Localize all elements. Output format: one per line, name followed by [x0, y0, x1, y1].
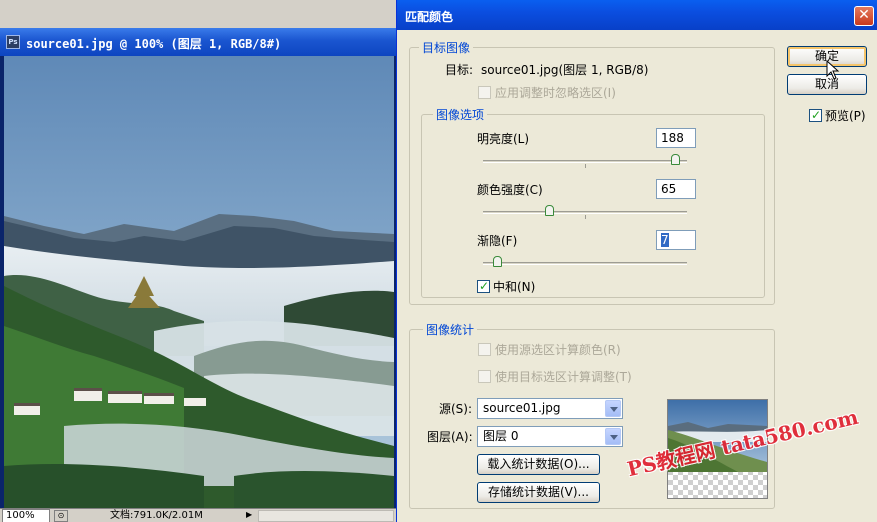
chevron-down-icon[interactable] [605, 400, 621, 417]
color-intensity-slider-track[interactable] [483, 211, 687, 214]
match-color-dialog: 匹配颜色 ✕ 目标图像 目标: source01.jpg(图层 1, RGB/8… [396, 0, 877, 522]
image-options-group [421, 114, 765, 298]
source-select-value: source01.jpg [483, 401, 561, 415]
layer-select-value: 图层 0 [483, 429, 519, 443]
fade-input[interactable]: 7 [656, 230, 696, 250]
landscape-photo [4, 56, 394, 508]
source-label: 源(S): [439, 402, 473, 416]
layer-label: 图层(A): [427, 430, 473, 444]
luminance-slider-track[interactable] [483, 160, 687, 163]
chevron-down-icon[interactable] [605, 428, 621, 445]
use-target-selection-checkbox[interactable] [478, 370, 491, 383]
doc-size-readout: 文档:791.0K/2.01M [110, 510, 203, 521]
color-intensity-input[interactable]: 65 [656, 179, 696, 199]
dialog-title: 匹配颜色 [405, 10, 454, 24]
document-titlebar[interactable]: Ps source01.jpg @ 100% (图层 1, RGB/8#) [0, 28, 397, 56]
fade-label: 渐隐(F) [477, 234, 518, 248]
document-window: Ps source01.jpg @ 100% (图层 1, RGB/8#) 10… [0, 28, 397, 522]
ignore-selection-checkbox[interactable] [478, 86, 491, 99]
zoom-field[interactable]: 100% [2, 509, 50, 522]
horizontal-scrollbar[interactable] [258, 510, 394, 522]
check-icon: ✓ [811, 108, 822, 122]
image-statistics-group-label: 图像统计 [423, 323, 478, 337]
preview-checkbox[interactable]: ✓ [809, 108, 822, 122]
document-title: source01.jpg @ 100% (图层 1, RGB/8#) [26, 37, 282, 51]
fade-input-selected-text: 7 [661, 233, 669, 247]
use-target-selection-label: 使用目标选区计算调整(T) [495, 370, 632, 384]
document-status-bar: 100% ⊙ 文档:791.0K/2.01M ▶ [0, 508, 397, 522]
fade-slider-thumb[interactable] [493, 256, 503, 267]
load-statistics-button[interactable]: 载入统计数据(O)... [477, 454, 600, 475]
target-image-group-label: 目标图像 [419, 41, 474, 55]
use-source-selection-checkbox[interactable] [478, 343, 491, 356]
workspace-background [0, 0, 397, 28]
check-icon: ✓ [479, 279, 490, 293]
dialog-titlebar[interactable]: 匹配颜色 ✕ [397, 0, 877, 30]
color-intensity-label: 颜色强度(C) [477, 183, 543, 197]
luminance-slider-tick [585, 164, 586, 168]
source-select[interactable]: source01.jpg [477, 398, 623, 419]
luminance-slider-thumb[interactable] [670, 154, 680, 165]
ignore-selection-label: 应用调整时忽略选区(I) [495, 86, 616, 100]
image-options-group-label: 图像选项 [433, 108, 488, 122]
mouse-cursor-icon [826, 60, 840, 80]
neutralize-label: 中和(N) [493, 280, 536, 294]
preview-label: 预览(P) [825, 109, 866, 123]
ps-icon: Ps [6, 35, 20, 49]
status-menu-arrow-icon[interactable]: ▶ [246, 510, 252, 519]
navigator-icon[interactable]: ⊙ [54, 510, 68, 522]
close-icon[interactable]: ✕ [854, 6, 874, 26]
target-prefix: 目标: [445, 63, 474, 77]
color-intensity-slider-tick [585, 215, 586, 219]
color-intensity-slider-thumb[interactable] [545, 205, 555, 216]
luminance-input[interactable]: 188 [656, 128, 696, 148]
save-statistics-button[interactable]: 存储统计数据(V)... [477, 482, 600, 503]
target-value: source01.jpg(图层 1, RGB/8) [481, 63, 649, 77]
layer-select[interactable]: 图层 0 [477, 426, 623, 447]
fade-slider-track[interactable] [483, 262, 687, 265]
neutralize-checkbox[interactable]: ✓ [477, 279, 490, 293]
document-canvas[interactable] [4, 56, 394, 508]
use-source-selection-label: 使用源选区计算颜色(R) [495, 343, 621, 357]
luminance-label: 明亮度(L) [477, 132, 530, 146]
